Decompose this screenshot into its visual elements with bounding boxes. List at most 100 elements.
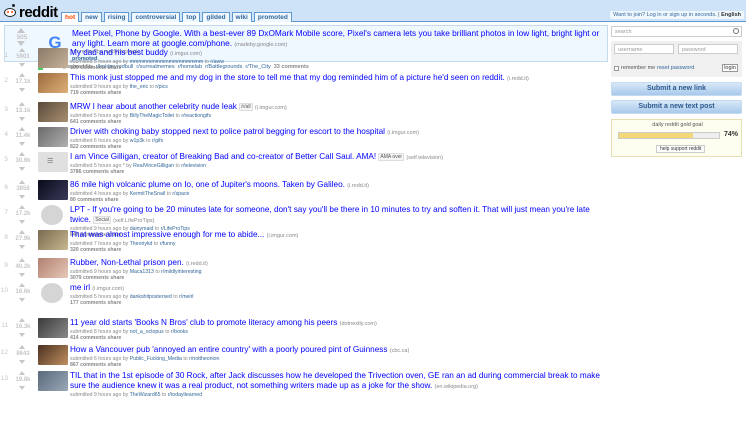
post-thumbnail[interactable]	[38, 318, 68, 338]
comments-link[interactable]: 641 comments	[70, 119, 106, 125]
search-icon[interactable]	[733, 28, 739, 34]
post-domain[interactable]: (i.redd.it)	[507, 76, 529, 82]
downvote-arrow-icon[interactable]	[19, 386, 25, 390]
header-login-bar[interactable]: Want to join? Log in or sign up in secon…	[610, 11, 744, 19]
post-domain[interactable]: (i.imgur.com)	[92, 286, 124, 292]
tab-controversial[interactable]: controversial	[131, 12, 181, 22]
comments-link[interactable]: 719 comments	[70, 90, 106, 96]
post-subreddit[interactable]: r/space	[172, 191, 189, 197]
post-title[interactable]: TIL that in the 1st episode of 30 Rock, …	[70, 371, 600, 390]
tab-hot[interactable]: hot	[61, 12, 80, 22]
upvote-arrow-icon[interactable]	[19, 73, 25, 77]
post-domain[interactable]: (i.imgur.com)	[387, 130, 419, 136]
post-title[interactable]: How a Vancouver pub 'annoyed an entire c…	[70, 345, 387, 354]
remember-checkbox[interactable]	[614, 65, 619, 71]
post-thumbnail[interactable]	[38, 258, 68, 278]
tab-new[interactable]: new	[81, 12, 102, 22]
post-subreddit[interactable]: r/nottheonion	[189, 356, 219, 362]
search-input[interactable]: search	[611, 26, 742, 37]
post-author[interactable]: KermitTheSnail	[130, 191, 165, 197]
password-field[interactable]: password	[678, 44, 738, 54]
post-title[interactable]: This monk just stopped me and my dog in …	[70, 73, 505, 82]
downvote-arrow-icon[interactable]	[19, 142, 25, 146]
share-link[interactable]: share	[108, 335, 122, 341]
post-domain[interactable]: (dotnextly.com)	[340, 321, 377, 327]
upvote-arrow-icon[interactable]	[19, 48, 25, 52]
post-subreddit[interactable]: r/aww	[210, 59, 224, 65]
comments-link[interactable]: 414 comments	[70, 335, 106, 341]
post-thumbnail[interactable]	[38, 180, 68, 200]
post-subreddit[interactable]: r/television	[181, 163, 206, 169]
tab-promoted[interactable]: promoted	[253, 12, 292, 22]
downvote-arrow-icon[interactable]	[19, 195, 25, 199]
upvote-arrow-icon[interactable]	[19, 102, 25, 106]
post-thumbnail[interactable]	[38, 230, 68, 250]
upvote-arrow-icon[interactable]	[19, 127, 25, 131]
tab-top[interactable]: top	[182, 12, 201, 22]
downvote-arrow-icon[interactable]	[19, 117, 25, 121]
comments-link[interactable]: 822 comments	[70, 144, 106, 150]
downvote-arrow-icon[interactable]	[19, 220, 25, 224]
post-author[interactable]: not_a_octopus	[130, 329, 164, 335]
share-link[interactable]: share	[108, 119, 122, 125]
reset-password-link[interactable]: reset password	[657, 65, 694, 71]
share-link[interactable]: share	[108, 90, 122, 96]
post-author[interactable]: RealVinceGilligan	[133, 163, 174, 169]
post-domain[interactable]: (i.imgur.com)	[170, 51, 202, 57]
post-title[interactable]: Rubber, Non-Lethal prison pen.	[70, 258, 184, 267]
post-title[interactable]: That was almost impressive enough for me…	[70, 230, 264, 239]
post-title[interactable]: My dad and his best buddy	[70, 48, 168, 57]
share-link[interactable]: share	[108, 300, 122, 306]
post-domain[interactable]: (self.television)	[406, 155, 443, 161]
post-author[interactable]: Maca1313	[130, 269, 154, 275]
promoted-title-text[interactable]: Meet Pixel, Phone by Google. With a best…	[72, 28, 599, 48]
post-subreddit[interactable]: r/books	[171, 329, 188, 335]
username-field[interactable]: username	[614, 44, 674, 54]
downvote-arrow-icon[interactable]	[19, 167, 25, 171]
post-domain[interactable]: (i.imgur.com)	[267, 233, 299, 239]
help-support-button[interactable]: help support reddit	[656, 145, 706, 153]
post-author[interactable]: the_eric	[130, 84, 148, 90]
tab-wiki[interactable]: wiki	[231, 12, 252, 22]
post-author[interactable]: BillyTheMagicToilet	[130, 113, 174, 119]
post-domain[interactable]: (self.LifeProTips)	[113, 218, 154, 224]
post-domain[interactable]: (cbc.ca)	[390, 348, 410, 354]
submit-text-button[interactable]: Submit a new text post	[611, 100, 742, 114]
post-author[interactable]: TheWizard65	[130, 392, 161, 398]
upvote-arrow-icon[interactable]	[19, 230, 25, 234]
post-subreddit[interactable]: r/mildlyinteresting	[161, 269, 201, 275]
post-author[interactable]: Public_Fucking_Media	[130, 356, 182, 362]
share-link[interactable]: share	[110, 169, 124, 175]
promoted-title[interactable]: Meet Pixel, Phone by Google. With a best…	[72, 28, 610, 50]
upvote-arrow-icon[interactable]	[19, 318, 25, 322]
self-post-icon[interactable]	[38, 152, 68, 172]
upvote-arrow-icon[interactable]	[19, 205, 25, 209]
post-subreddit[interactable]: r/meirl	[179, 294, 193, 300]
share-link[interactable]: share	[108, 362, 122, 368]
upvote-arrow-icon[interactable]	[19, 180, 25, 184]
post-author[interactable]: w1p3k	[130, 138, 145, 144]
comments-link[interactable]: 109 comments	[70, 65, 106, 71]
share-link[interactable]: share	[108, 247, 122, 253]
post-thumbnail[interactable]	[38, 48, 68, 68]
upvote-arrow-icon[interactable]	[17, 28, 25, 33]
post-title[interactable]: Driver with choking baby stopped next to…	[70, 127, 385, 136]
default-thumbnail-icon[interactable]	[41, 283, 63, 303]
downvote-arrow-icon[interactable]	[19, 333, 25, 337]
comments-link[interactable]: 80 comments	[70, 197, 103, 203]
post-author[interactable]: mmmmmmmmmmmmmmmmm	[130, 59, 203, 65]
comments-link[interactable]: 177 comments	[70, 300, 106, 306]
downvote-arrow-icon[interactable]	[17, 41, 25, 46]
comments-link[interactable]: 867 comments	[70, 362, 106, 368]
upvote-arrow-icon[interactable]	[19, 345, 25, 349]
post-domain[interactable]: (i.redd.it)	[186, 261, 208, 267]
submit-link-button[interactable]: Submit a new link	[611, 82, 742, 96]
post-author[interactable]: Theoriykd	[130, 241, 153, 247]
post-author[interactable]: dankshitpostersed	[130, 294, 172, 300]
upvote-arrow-icon[interactable]	[19, 258, 25, 262]
post-subreddit[interactable]: r/todayilearned	[168, 392, 202, 398]
comments-link[interactable]: 3079 comments	[70, 275, 109, 281]
downvote-arrow-icon[interactable]	[19, 273, 25, 277]
post-subreddit[interactable]: r/funny	[160, 241, 176, 247]
share-link[interactable]: share	[108, 65, 122, 71]
